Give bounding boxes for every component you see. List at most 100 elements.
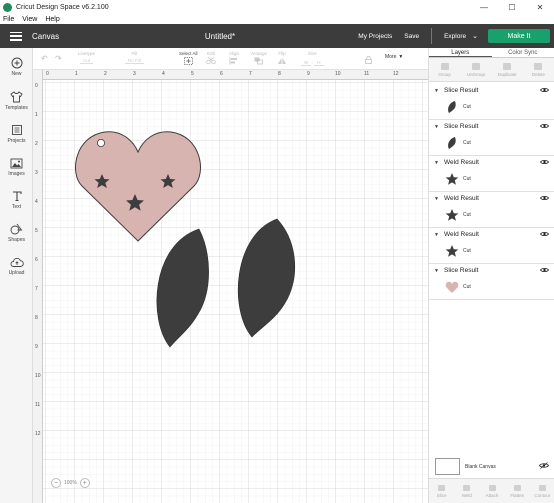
edit-button[interactable]: Edit xyxy=(206,51,216,67)
eye-icon[interactable] xyxy=(540,159,549,167)
layer-item[interactable]: ▼ Weld Result Cut xyxy=(429,228,554,264)
lock-icon[interactable] xyxy=(365,56,372,66)
menu-file[interactable]: File xyxy=(3,16,14,23)
make-it-button[interactable]: Make It xyxy=(488,29,550,43)
attach-button[interactable]: Attach xyxy=(479,479,504,503)
ruler-tick-label: 6 xyxy=(35,257,38,263)
layer-item[interactable]: ▼ Slice Result Cut xyxy=(429,84,554,120)
size-label: Size xyxy=(307,51,317,56)
expand-caret-icon[interactable]: ▼ xyxy=(434,160,439,166)
expand-caret-icon[interactable]: ▼ xyxy=(434,88,439,94)
eye-icon[interactable] xyxy=(540,87,549,95)
ruler-tick-label: 2 xyxy=(104,71,107,77)
save-link[interactable]: Save xyxy=(404,33,419,40)
window-controls: — ☐ ✕ xyxy=(470,0,554,14)
size-height-input[interactable]: H xyxy=(314,60,324,66)
redo-icon[interactable]: ↷ xyxy=(55,54,62,63)
minimize-icon[interactable]: — xyxy=(470,0,498,14)
design-canvas[interactable]: 0 1 2 3 4 5 6 7 8 9 10 11 12 0 1 2 3 4 5… xyxy=(33,70,428,503)
size-width-input[interactable]: W xyxy=(301,60,312,66)
fill-select[interactable]: Fill No Fill xyxy=(125,51,144,64)
section-label: Canvas xyxy=(32,31,60,41)
ruler-tick-label: 8 xyxy=(35,315,38,321)
eye-icon[interactable] xyxy=(540,267,549,275)
nav-new[interactable]: New xyxy=(0,56,33,77)
linetype-select[interactable]: Linetype Cut xyxy=(78,51,95,64)
ruler-tick-label: 3 xyxy=(35,170,38,176)
my-projects-link[interactable]: My Projects xyxy=(358,33,392,40)
nav-images[interactable]: Images xyxy=(0,156,33,177)
maximize-icon[interactable]: ☐ xyxy=(498,0,526,14)
nav-upload[interactable]: Upload xyxy=(0,255,33,276)
weld-button[interactable]: Weld xyxy=(454,479,479,503)
ruler-tick-label: 8 xyxy=(278,71,281,77)
close-icon[interactable]: ✕ xyxy=(526,0,554,14)
ungroup-button[interactable]: UnGroup xyxy=(460,58,491,81)
contour-button[interactable]: Contour xyxy=(530,479,554,503)
explore-dropdown[interactable]: Explore ⌄ xyxy=(444,32,478,41)
ungroup-icon xyxy=(471,62,480,70)
menu-view[interactable]: View xyxy=(22,16,37,23)
tab-color-sync[interactable]: Color Sync xyxy=(492,48,554,57)
delete-button[interactable]: Delete xyxy=(523,58,554,81)
canvas-grid[interactable] xyxy=(43,80,428,503)
hamburger-menu-icon[interactable] xyxy=(10,31,22,41)
ruler-tick-label: 3 xyxy=(133,71,136,77)
expand-caret-icon[interactable]: ▼ xyxy=(434,232,439,238)
tab-layers[interactable]: Layers xyxy=(429,48,492,57)
flip-label: Flip xyxy=(278,51,286,56)
nav-projects[interactable]: Projects xyxy=(0,123,33,144)
group-button[interactable]: Group xyxy=(429,58,460,81)
expand-caret-icon[interactable]: ▼ xyxy=(434,124,439,130)
ruler-tick-label: 0 xyxy=(35,83,38,89)
layer-title: Weld Result xyxy=(444,159,479,166)
eye-icon[interactable] xyxy=(540,195,549,203)
ruler-tick-label: 4 xyxy=(35,199,38,205)
layer-combine-actions: Slice Weld Attach Flatten Contour xyxy=(429,478,554,503)
layer-title: Slice Result xyxy=(444,87,479,94)
slice-button[interactable]: Slice xyxy=(429,479,454,503)
cricut-logo-icon xyxy=(3,2,12,12)
undo-icon[interactable]: ↶ xyxy=(41,54,48,63)
eye-hidden-icon[interactable] xyxy=(539,462,549,471)
flip-icon xyxy=(277,57,287,67)
attach-icon xyxy=(488,484,496,491)
nav-label: New xyxy=(11,71,22,77)
layer-operation: Cut xyxy=(463,284,471,290)
layer-item[interactable]: ▼ Weld Result Cut xyxy=(429,156,554,192)
action-label: Weld xyxy=(461,492,472,498)
nav-label: Images xyxy=(8,171,25,177)
flip-button[interactable]: Flip xyxy=(277,51,287,67)
layer-item[interactable]: ▼ Slice Result Cut xyxy=(429,120,554,156)
select-all-icon xyxy=(183,57,193,67)
menu-help[interactable]: Help xyxy=(45,16,59,23)
arrange-button[interactable]: Arrange xyxy=(251,51,267,67)
blank-canvas-swatch[interactable] xyxy=(435,458,460,475)
zoom-in-icon[interactable]: + xyxy=(79,478,90,488)
action-label: Attach xyxy=(485,492,499,498)
teardrop-thumbnail-icon xyxy=(445,136,459,150)
star-thumbnail-icon xyxy=(445,244,459,258)
eye-icon[interactable] xyxy=(540,123,549,131)
eye-icon[interactable] xyxy=(540,231,549,239)
more-dropdown[interactable]: More ▼ xyxy=(385,54,403,60)
layer-item[interactable]: ▼ Slice Result Cut xyxy=(429,264,554,300)
expand-caret-icon[interactable]: ▼ xyxy=(434,268,439,274)
expand-caret-icon[interactable]: ▼ xyxy=(434,196,439,202)
duplicate-button[interactable]: Duplicate xyxy=(492,58,523,81)
ruler-tick-label: 0 xyxy=(46,71,49,77)
layer-title: Weld Result xyxy=(444,195,479,202)
layer-item[interactable]: ▼ Weld Result Cut xyxy=(429,192,554,228)
layer-operation: Cut xyxy=(463,212,471,218)
nav-text[interactable]: Text xyxy=(0,189,33,210)
flatten-button[interactable]: Flatten xyxy=(505,479,530,503)
upload-cloud-icon xyxy=(10,255,24,269)
image-icon xyxy=(10,156,24,170)
nav-label: Text xyxy=(11,204,22,210)
select-all-button[interactable]: Select All xyxy=(179,51,198,67)
nav-shapes[interactable]: Shapes xyxy=(0,222,33,243)
align-button[interactable]: Align xyxy=(229,51,239,67)
nav-templates[interactable]: Templates xyxy=(0,90,33,111)
layer-title: Slice Result xyxy=(444,267,479,274)
zoom-out-icon[interactable]: − xyxy=(51,478,61,488)
